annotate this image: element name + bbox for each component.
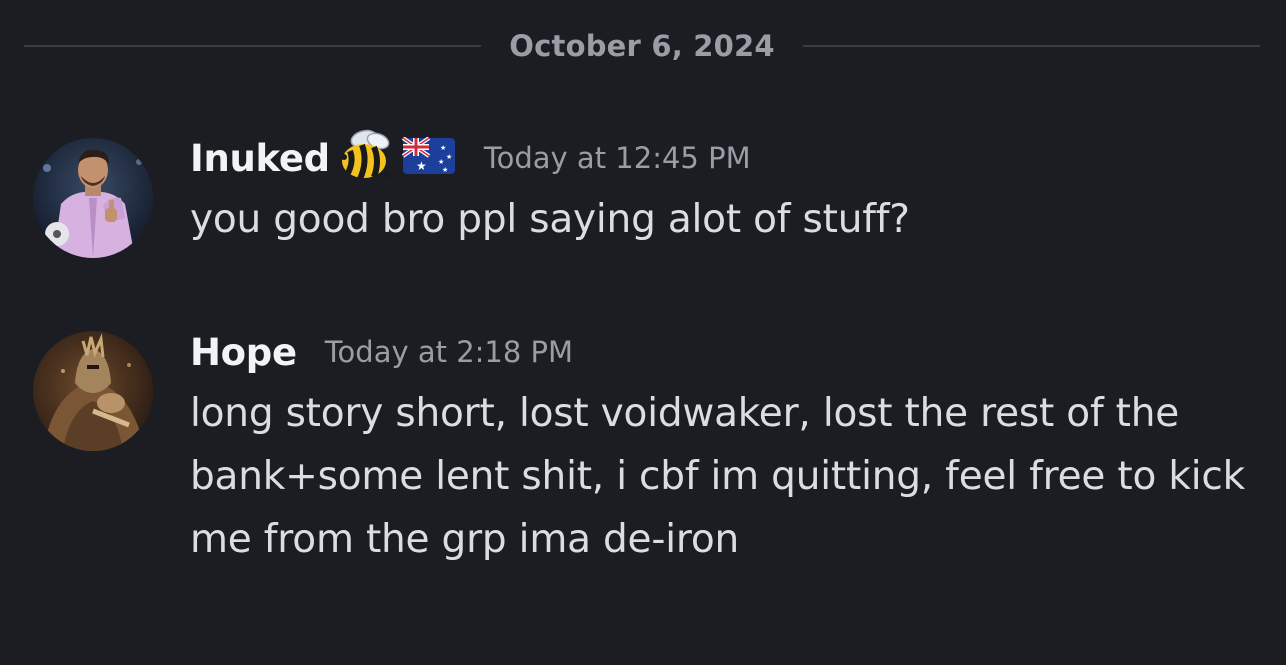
message-text: long story short, lost voidwaker, lost t… — [190, 391, 1246, 562]
svg-text:★: ★ — [416, 159, 427, 173]
username[interactable]: Inuked — [190, 137, 330, 180]
date-divider: October 6, 2024 — [24, 22, 1260, 70]
message-header: Hope Today at 2:18 PM — [190, 324, 1246, 380]
message-body: Hope Today at 2:18 PM long story short, … — [190, 324, 1246, 571]
australia-flag-emoji: ★ ★ ★ ★ ★ — [401, 136, 456, 179]
svg-text:★: ★ — [438, 158, 444, 166]
message-body: Inuked ★ ★ ★ ★ ★ Today at 12:45 PM you g… — [190, 127, 1246, 251]
message-header: Inuked ★ ★ ★ ★ ★ Today at 12:45 PM — [190, 127, 1246, 189]
avatar-hope-image — [33, 331, 153, 451]
svg-text:★: ★ — [446, 153, 452, 161]
svg-text:★: ★ — [442, 166, 448, 174]
bee-emoji — [334, 127, 396, 189]
timestamp: Today at 2:18 PM — [324, 335, 574, 369]
divider-line-right — [802, 45, 1260, 47]
avatar-inuked[interactable] — [33, 138, 153, 258]
svg-text:★: ★ — [440, 144, 446, 152]
username[interactable]: Hope — [190, 331, 297, 374]
timestamp: Today at 12:45 PM — [483, 141, 751, 175]
divider-date: October 6, 2024 — [509, 29, 775, 63]
avatar-hope[interactable] — [33, 331, 153, 451]
avatar-inuked-image — [33, 138, 153, 258]
divider-line-left — [24, 45, 482, 47]
message-text: you good bro ppl saying alot of stuff? — [190, 197, 910, 242]
